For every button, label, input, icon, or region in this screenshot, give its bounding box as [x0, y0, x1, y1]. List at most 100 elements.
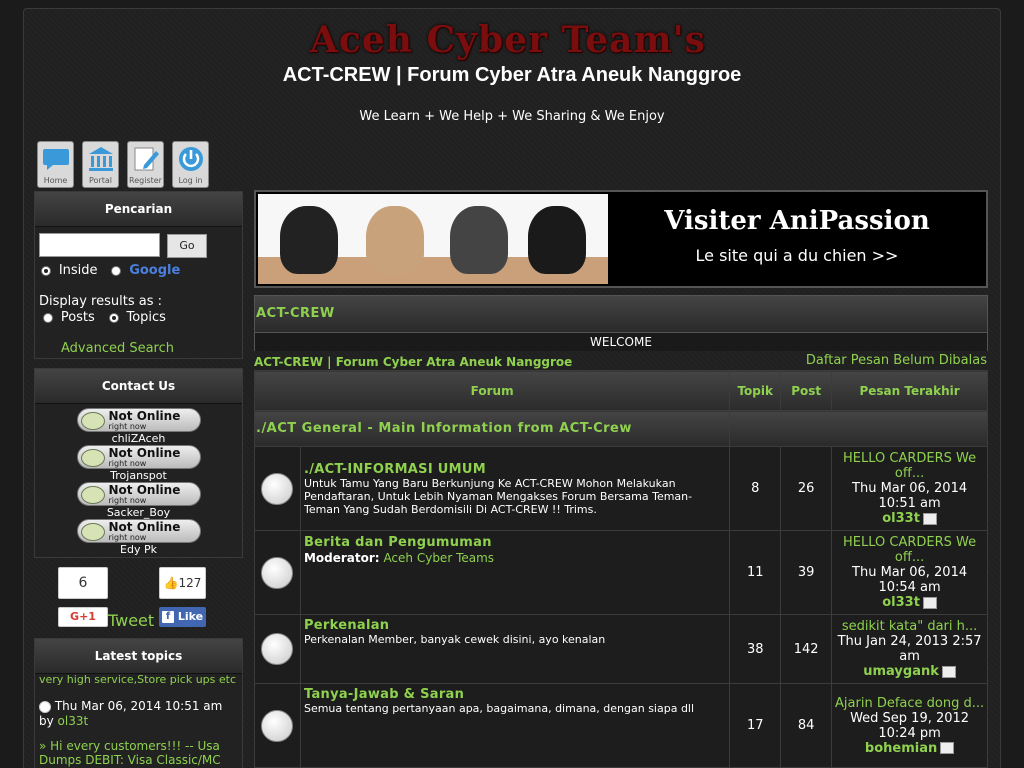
status-subtext: right now [108, 533, 147, 542]
contact-username: Sacker_Boy [106, 506, 171, 519]
last-post-title[interactable]: Ajarin Deface dong d... [835, 696, 984, 711]
forum-title-link[interactable]: Perkenalan [304, 618, 389, 633]
welcome-box: ACT-CREW WELCOME [254, 295, 988, 351]
last-post-title[interactable]: HELLO CARDERS We off... [843, 451, 976, 481]
forum-title-link[interactable]: Tanya-Jawab & Saran [304, 687, 464, 702]
breadcrumb[interactable]: ACT-CREW | Forum Cyber Atra Aneuk Nanggr… [254, 355, 572, 369]
last-post-date: Wed Sep 19, 2012 10:24 pm [850, 710, 970, 741]
status-face-icon [80, 449, 105, 467]
forum-title-link[interactable]: Berita dan Pengumuman [304, 535, 492, 550]
forum-row: Tanya-Jawab & Saran Semua tentang pertan… [254, 683, 988, 768]
forum-last-post: Ajarin Deface dong d... Wed Sep 19, 2012… [831, 683, 988, 768]
last-post-author[interactable]: ol33t [882, 511, 920, 526]
search-go-button[interactable]: Go [167, 234, 207, 258]
search-panel-title: Pencarian [35, 192, 242, 227]
status-face-icon [80, 412, 105, 430]
forum-post-count: 142 [780, 614, 833, 684]
nav-icon-bar: Home Portal Register Log in [37, 141, 209, 188]
contact-list: Not Online right now chliZAceh Not Online… [35, 404, 242, 556]
latest-topic-text[interactable]: » Hi every customers!!! -- Usa Dumps DEB… [39, 739, 238, 767]
nav-register-button[interactable]: Register [127, 141, 164, 188]
facebook-like-button[interactable]: f Like [159, 607, 206, 627]
latest-topic-link[interactable]: » Hi every customers!!! -- Usa Dumps DEB… [39, 739, 221, 767]
latest-topic-date: Thu Mar 06, 2014 10:51 am [54, 699, 223, 713]
forum-status-cell [254, 683, 301, 768]
category-row: ./ACT General - Main Information from AC… [253, 410, 988, 447]
site-title: ACT-CREW | Forum Cyber Atra Aneuk Nanggr… [282, 64, 742, 86]
status-text: Not Online [108, 446, 181, 460]
status-badge: Not Online right now [76, 445, 201, 469]
tweet-button[interactable]: Tweet [108, 611, 154, 630]
advert-banner[interactable]: Visiter AniPassion Le site qui a du chie… [254, 190, 988, 288]
view-latest-post-icon[interactable] [941, 665, 956, 678]
nav-home-label: Home [43, 176, 68, 185]
col-post: Post [780, 370, 833, 411]
last-post-title[interactable]: HELLO CARDERS We off... [843, 535, 976, 565]
unanswered-link[interactable]: Daftar Pesan Belum Dibalas [806, 353, 987, 368]
welcome-box-title[interactable]: ACT-CREW [255, 296, 987, 332]
col-topik: Topik [729, 370, 782, 411]
power-icon [178, 147, 203, 171]
nav-login-button[interactable]: Log in [172, 141, 209, 188]
nav-portal-label: Portal [89, 176, 112, 185]
forum-post-count: 39 [780, 530, 833, 615]
forum-read-icon [261, 556, 294, 589]
gplus-button[interactable]: G+1 [58, 607, 108, 627]
category-spacer [729, 410, 988, 447]
dog-image [280, 206, 338, 274]
building-icon [88, 147, 113, 171]
contact-item[interactable]: Not Online right now Trojanspot [35, 445, 242, 482]
last-post-author[interactable]: bohemian [865, 741, 937, 756]
posts-label: Posts [60, 310, 95, 325]
latest-topic-author[interactable]: ol33t [58, 714, 89, 728]
chat-bubble-icon [42, 149, 69, 170]
status-text: Not Online [108, 520, 181, 534]
inside-radio[interactable] [41, 265, 51, 276]
inside-label: Inside [58, 263, 98, 278]
forum-topic-count: 11 [729, 530, 782, 615]
latest-topic-text[interactable]: very high service,Store pick ups etc [39, 673, 238, 699]
col-forum: Forum [253, 370, 731, 411]
forum-table-header: Forum Topik Post Pesan Terakhir [253, 370, 988, 411]
contact-username: Edy Pk [120, 543, 157, 556]
view-latest-post-icon[interactable] [922, 512, 937, 525]
display-options: Posts Topics [43, 310, 166, 325]
category-title[interactable]: ./ACT General - Main Information from AC… [253, 410, 731, 447]
google-radio[interactable] [111, 265, 122, 276]
contact-username: Trojanspot [110, 469, 167, 482]
view-latest-post-icon[interactable] [922, 596, 937, 609]
search-panel: Pencarian Go Inside Google Display resul… [34, 191, 243, 359]
topics-radio[interactable] [108, 312, 119, 323]
status-face-icon [80, 523, 105, 541]
latest-topic-link[interactable]: very high service,Store pick ups etc [39, 673, 236, 686]
last-post-author[interactable]: ol33t [882, 595, 920, 610]
site-logo[interactable]: Aceh Cyber Team's [310, 20, 715, 60]
nav-portal-button[interactable]: Portal [82, 141, 119, 188]
nav-register-label: Register [129, 176, 162, 185]
forum-title-link[interactable]: ./ACT-INFORMASI UMUM [304, 462, 486, 477]
status-text: Not Online [108, 483, 181, 497]
forum-status-cell [254, 614, 301, 684]
search-input[interactable] [39, 233, 160, 257]
moderator-link[interactable]: Aceh Cyber Teams [383, 551, 494, 565]
forum-read-icon [261, 472, 294, 505]
last-post-title[interactable]: sedikit kata" dari h... [842, 619, 977, 634]
posts-radio[interactable] [43, 312, 53, 323]
contact-item[interactable]: Not Online right now Sacker_Boy [35, 482, 242, 519]
thumbs-up-icon: 👍 [163, 576, 179, 590]
forum-moderators: Moderator: Aceh Cyber Teams [304, 551, 726, 565]
status-badge: Not Online right now [76, 408, 201, 432]
contact-item[interactable]: Not Online right now Edy Pk [35, 519, 242, 556]
forum-info-cell: Tanya-Jawab & Saran Semua tentang pertan… [299, 683, 731, 768]
dog-image [450, 206, 508, 274]
advanced-search-link[interactable]: Advanced Search [61, 341, 174, 356]
nav-home-button[interactable]: Home [37, 141, 74, 188]
forum-row: Perkenalan Perkenalan Member, banyak cew… [254, 614, 988, 684]
contact-item[interactable]: Not Online right now chliZAceh [35, 408, 242, 445]
forum-topic-count: 38 [729, 614, 782, 684]
forum-info-cell: ./ACT-INFORMASI UMUM Untuk Tamu Yang Bar… [299, 446, 731, 531]
last-post-author[interactable]: umaygank [863, 664, 939, 679]
facebook-icon: f [162, 611, 174, 623]
forum-post-count: 26 [780, 446, 833, 531]
view-latest-post-icon[interactable] [940, 742, 955, 754]
